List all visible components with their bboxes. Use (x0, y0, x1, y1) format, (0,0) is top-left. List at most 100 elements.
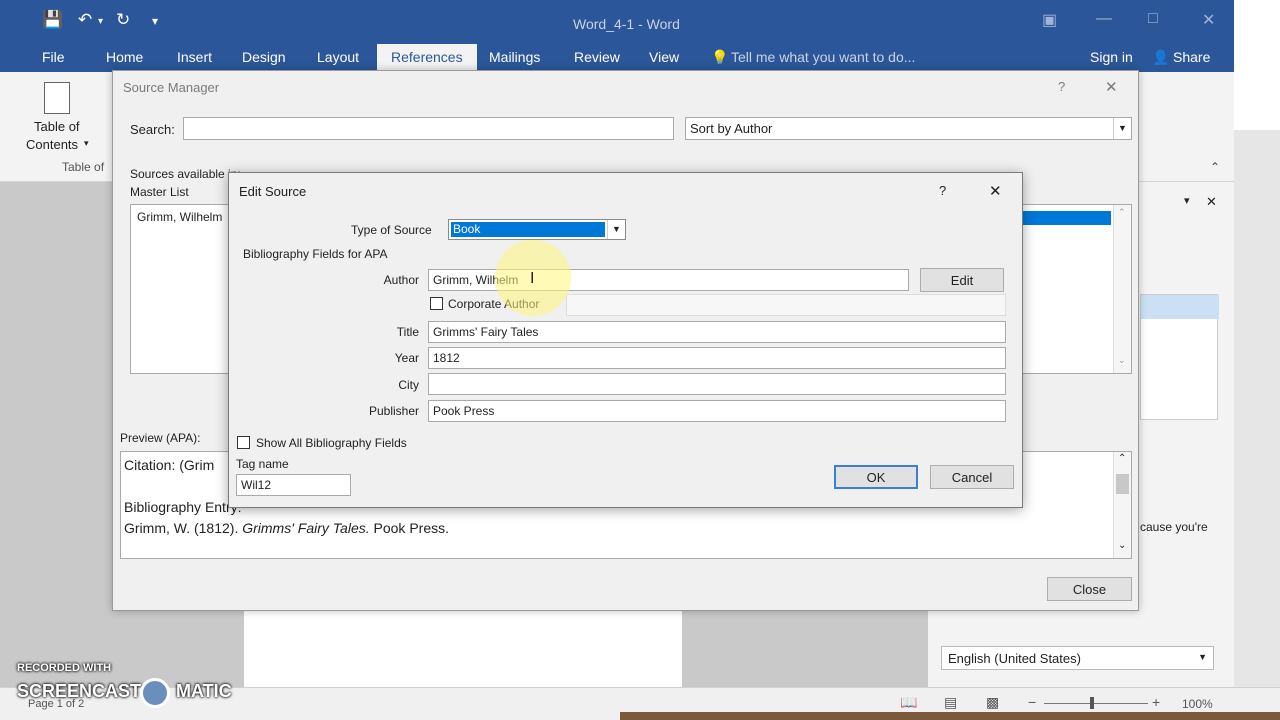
tag-name-label: Tag name (236, 457, 289, 471)
source-manager-help-button[interactable]: ? (1058, 79, 1065, 94)
title-input[interactable]: Grimms' Fairy Tales (428, 321, 1006, 343)
pane-close-icon[interactable]: ✕ (1206, 194, 1217, 210)
tab-review[interactable]: Review (574, 49, 620, 65)
tab-home[interactable]: Home (106, 49, 143, 65)
page-sheet (244, 608, 682, 688)
preview-citation: Citation: (Grim (124, 457, 215, 473)
scroll-down-icon[interactable]: ⌄ (1118, 355, 1126, 366)
toc-dropdown-icon[interactable]: ▾ (84, 138, 89, 149)
scroll-up-icon[interactable]: ⌃ (1118, 207, 1126, 218)
watermark-logo-icon (140, 678, 170, 708)
maximize-icon[interactable]: □ (1148, 10, 1158, 28)
zoom-out-icon[interactable]: − (1028, 694, 1036, 710)
share-button[interactable]: Share (1173, 49, 1210, 65)
year-label: Year (394, 351, 419, 365)
master-list-item[interactable]: Grimm, Wilhelm (137, 210, 222, 224)
desktop-strip (620, 712, 1280, 720)
preview-label: Preview (APA): (120, 431, 201, 445)
ribbon-tabs: File Home Insert Design Layout Reference… (0, 44, 1234, 72)
edit-source-close-icon[interactable]: ✕ (989, 182, 1002, 200)
type-dropdown-icon[interactable]: ▼ (607, 220, 625, 239)
table-of-contents-icon[interactable] (44, 82, 70, 114)
web-layout-icon[interactable]: ▩ (986, 694, 999, 711)
show-all-fields-checkbox[interactable] (237, 436, 250, 449)
corporate-author-checkbox[interactable] (430, 297, 443, 310)
language-dropdown-icon[interactable]: ▼ (1198, 652, 1207, 662)
tag-name-input[interactable]: Wil12 (236, 474, 351, 496)
search-label: Search: (130, 122, 175, 137)
user-icon: 👤 (1152, 49, 1170, 65)
print-layout-icon[interactable]: ▤ (944, 694, 957, 711)
save-icon[interactable]: 💾 (42, 10, 63, 30)
tab-insert[interactable]: Insert (177, 49, 212, 65)
type-of-source-label: Type of Source (351, 223, 432, 237)
zoom-level[interactable]: 100% (1182, 697, 1213, 711)
pane-options-icon[interactable]: ▾ (1184, 194, 1190, 207)
tab-references[interactable]: References (377, 44, 477, 72)
close-button[interactable]: Close (1047, 577, 1132, 601)
language-select[interactable]: English (United States) ▼ (941, 646, 1214, 670)
city-input[interactable] (428, 373, 1006, 395)
zoom-slider-thumb[interactable] (1090, 697, 1094, 709)
redo-icon[interactable]: ↻ (116, 10, 130, 30)
undo-icon[interactable]: ↶ (78, 10, 92, 30)
zoom-slider-track[interactable] (1044, 703, 1148, 704)
sort-select[interactable]: Sort by Author ▼ (685, 117, 1132, 140)
preview-bib-entry: Grimm, W. (1812). Grimms' Fairy Tales. P… (124, 520, 449, 536)
preview-scroll-thumb[interactable] (1116, 474, 1129, 494)
tab-layout[interactable]: Layout (317, 49, 359, 65)
tab-design[interactable]: Design (242, 49, 286, 65)
corporate-author-input (566, 294, 1006, 316)
ribbon-group-label: Table of (62, 160, 105, 174)
tell-me-input[interactable]: Tell me what you want to do... (731, 49, 915, 65)
edit-source-help-button[interactable]: ? (939, 183, 946, 198)
preview-scroll-up-icon[interactable]: ⌃ (1118, 453, 1126, 464)
close-window-icon[interactable]: ✕ (1202, 10, 1215, 30)
preview-scrollbar[interactable]: ⌃ ⌄ (1113, 452, 1131, 558)
customize-qat-icon[interactable]: ▾ (152, 14, 158, 28)
show-all-fields-label: Show All Bibliography Fields (256, 436, 407, 450)
pane-list (1140, 294, 1219, 420)
text-cursor-icon: I (530, 270, 535, 287)
edit-author-button[interactable]: Edit (920, 268, 1004, 292)
cancel-button[interactable]: Cancel (930, 465, 1014, 489)
bib-author-year: Grimm, W. (1812). (124, 520, 243, 536)
minimize-icon[interactable]: — (1096, 10, 1112, 28)
read-mode-icon[interactable]: 📖 (900, 694, 917, 711)
tab-view[interactable]: View (649, 49, 679, 65)
toc-label-1[interactable]: Table of (34, 119, 80, 134)
tab-mailings[interactable]: Mailings (489, 49, 540, 65)
ok-button[interactable]: OK (834, 465, 918, 489)
list-scrollbar[interactable]: ⌃ ⌄ (1113, 205, 1131, 373)
year-input[interactable]: 1812 (428, 347, 1006, 369)
undo-dropdown-icon[interactable]: ▾ (98, 16, 103, 27)
sort-value: Sort by Author (690, 121, 773, 136)
sources-label: Sources available in: (130, 167, 241, 181)
source-manager-title: Source Manager (123, 80, 220, 95)
toc-label-2[interactable]: Contents (26, 137, 78, 152)
type-of-source-select[interactable]: Book ▼ (448, 219, 626, 240)
publisher-input[interactable]: Pook Press (428, 400, 1006, 422)
pane-selected-row[interactable] (1141, 295, 1219, 319)
right-edge-panel (1234, 0, 1280, 130)
title-bar: 💾 ↶ ▾ ↻ ▾ Word_4-1 - Word ▣ — □ ✕ (0, 0, 1234, 44)
search-input[interactable] (183, 117, 674, 140)
source-manager-close-icon[interactable]: ✕ (1105, 78, 1118, 96)
collapse-ribbon-icon[interactable]: ⌃ (1210, 160, 1220, 174)
language-value: English (United States) (948, 651, 1081, 666)
city-label: City (398, 378, 419, 392)
bib-publisher: Pook Press. (369, 520, 450, 536)
lightbulb-icon: 💡 (711, 49, 729, 65)
author-label: Author (383, 273, 419, 287)
title-label: Title (396, 325, 419, 339)
sign-in-link[interactable]: Sign in (1090, 49, 1133, 65)
watermark-line-3: MATIC (176, 681, 232, 701)
zoom-in-icon[interactable]: + (1152, 694, 1160, 710)
sort-dropdown-icon[interactable]: ▼ (1113, 118, 1131, 139)
ribbon-display-icon[interactable]: ▣ (1042, 10, 1057, 30)
pane-text: cause you're (1140, 520, 1208, 534)
publisher-label: Publisher (368, 404, 419, 418)
master-list-label: Master List (130, 185, 189, 199)
preview-scroll-down-icon[interactable]: ⌄ (1118, 540, 1126, 551)
tab-file[interactable]: File (42, 49, 65, 65)
